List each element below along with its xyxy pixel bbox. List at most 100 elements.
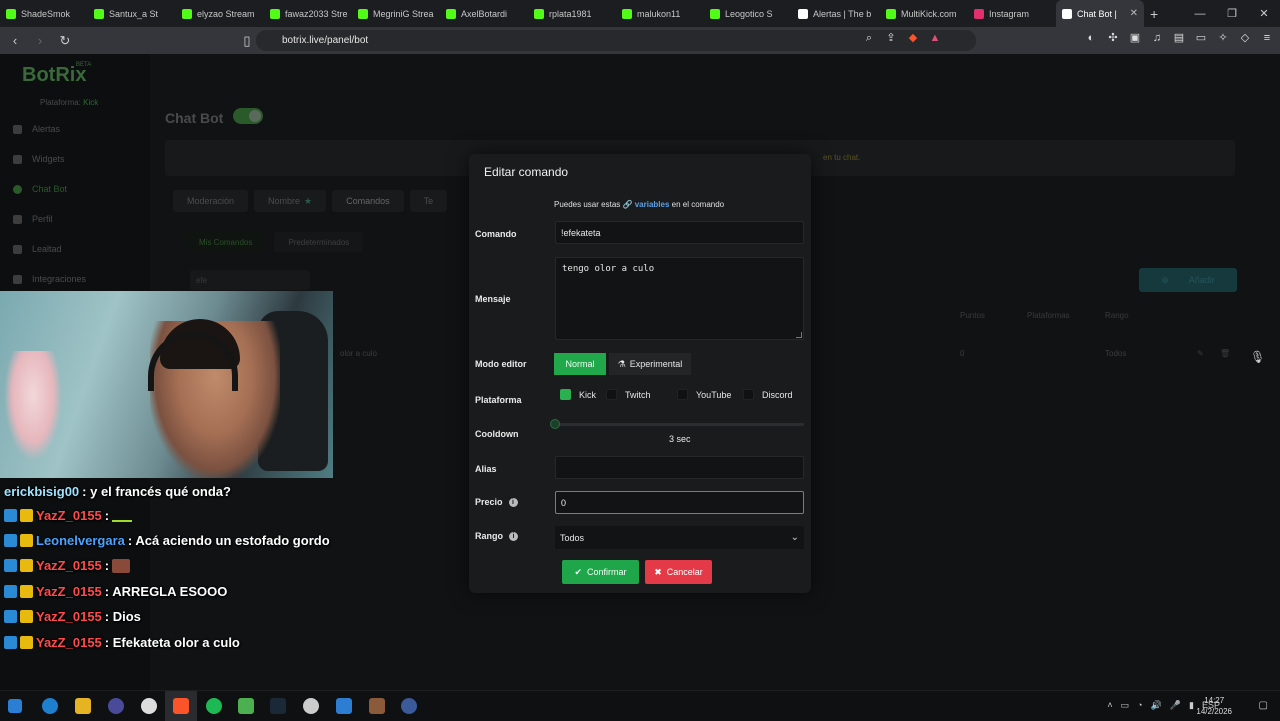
info-icon[interactable]: i: [509, 532, 518, 542]
message-textarea[interactable]: tengo olor a culo: [555, 257, 804, 340]
resize-handle[interactable]: [796, 332, 802, 338]
brave-icon[interactable]: [173, 698, 189, 714]
vpn-icon[interactable]: ◇: [1238, 31, 1252, 45]
file-explorer-icon[interactable]: [75, 698, 91, 714]
subtab-predeterminados[interactable]: Predeterminados: [274, 232, 364, 252]
app-launcher-icon[interactable]: [401, 698, 417, 714]
tab-label: malukon11: [637, 8, 681, 19]
sidebar-icon[interactable]: ▤: [1172, 31, 1186, 45]
forward-button[interactable]: ›: [30, 33, 50, 48]
browser-tab[interactable]: Santux_a St: [88, 0, 176, 27]
platform-twitch-checkbox[interactable]: Twitch: [606, 389, 651, 400]
platform-kick-checkbox[interactable]: Kick: [560, 389, 596, 400]
screenshot-icon[interactable]: ▣: [1128, 31, 1142, 45]
sidebar-item-chat-bot[interactable]: Chat Bot: [13, 184, 67, 194]
tab-nombre[interactable]: Nombre ★: [254, 190, 327, 212]
menu-icon[interactable]: ≡: [1260, 31, 1274, 45]
reload-button[interactable]: ↻: [55, 33, 75, 49]
message-text: tengo olor a culo: [562, 264, 655, 274]
browser-tab[interactable]: MegriniG Strea: [352, 0, 440, 27]
close-window-button[interactable]: ✕: [1248, 7, 1280, 20]
maximize-button[interactable]: ❐: [1216, 7, 1248, 20]
volume-icon[interactable]: 🔊: [1151, 700, 1162, 711]
price-input[interactable]: 0: [555, 491, 804, 514]
battery-icon[interactable]: ▮: [1189, 700, 1194, 711]
browser-tab[interactable]: MultiKick.com: [880, 0, 968, 27]
browser-tab[interactable]: malukon11: [616, 0, 704, 27]
sidebar-item-alertas[interactable]: Alertas: [13, 124, 60, 134]
system-clock[interactable]: 14:27 14/2/2026: [1196, 695, 1232, 717]
brave-rewards-icon[interactable]: ▲: [928, 31, 942, 45]
microphone-icon[interactable]: 🎙: [1250, 350, 1265, 364]
spotify-icon[interactable]: [206, 698, 222, 714]
cancel-button[interactable]: ✖ Cancelar: [645, 560, 712, 584]
mode-normal-button[interactable]: Normal: [554, 353, 606, 375]
browser-tab[interactable]: Leogotico S: [704, 0, 792, 27]
chat-username: YazZ_0155: [36, 508, 102, 523]
command-input[interactable]: !efekateta: [555, 221, 804, 244]
chatbot-toggle[interactable]: [233, 108, 263, 124]
platform-youtube-checkbox[interactable]: YouTube: [677, 389, 731, 400]
music-icon[interactable]: ♫: [1150, 31, 1164, 45]
cooldown-slider-handle[interactable]: [550, 419, 560, 429]
column-header-rank[interactable]: Rango: [1105, 311, 1129, 320]
notification-icon[interactable]: ▢: [1259, 700, 1268, 711]
brave-shields-icon[interactable]: ◆: [906, 31, 920, 45]
zoom-icon[interactable]: ⌕: [862, 31, 876, 45]
platform-discord-checkbox[interactable]: Discord: [743, 389, 793, 400]
bookmark-icon[interactable]: ▯: [237, 33, 257, 49]
minimize-button[interactable]: —: [1184, 8, 1216, 20]
chrome-icon[interactable]: [108, 698, 124, 714]
subtab-mis-comandos[interactable]: Mis Comandos: [185, 232, 267, 252]
column-header-platforms[interactable]: Plataformas: [1027, 311, 1070, 320]
confirm-button[interactable]: ✔ Confirmar: [562, 560, 639, 584]
new-tab-button[interactable]: +: [1150, 6, 1158, 22]
close-tab-icon[interactable]: ✕: [1130, 8, 1138, 19]
extension-icon[interactable]: ◐: [1084, 31, 1098, 45]
wallet-icon[interactable]: ▭: [1194, 31, 1208, 45]
network-icon[interactable]: ▭: [1121, 700, 1130, 711]
browser-tab[interactable]: rplata1981: [528, 0, 616, 27]
windows-start-icon[interactable]: [8, 699, 22, 713]
tab-comandos[interactable]: Comandos: [332, 190, 404, 212]
edit-icon[interactable]: ✎: [1197, 349, 1204, 358]
sidebar-item-widgets[interactable]: Widgets: [13, 154, 65, 164]
add-command-button[interactable]: ⊕ Añadir: [1139, 268, 1237, 292]
sidebar-item-integraciones[interactable]: Integraciones: [13, 274, 86, 284]
cooldown-slider[interactable]: [550, 419, 804, 429]
app-icon[interactable]: [141, 698, 157, 714]
app-window-icon[interactable]: [336, 698, 352, 714]
game-icon[interactable]: [369, 698, 385, 714]
back-button[interactable]: ‹: [5, 33, 25, 48]
chevron-up-icon[interactable]: ˄: [1107, 700, 1112, 711]
share-icon[interactable]: ⇪: [884, 31, 898, 45]
browser-tab[interactable]: elyzao Stream: [176, 0, 264, 27]
browser-tab[interactable]: fawaz2033 Stre: [264, 0, 352, 27]
sidebar-item-perfil[interactable]: Perfil: [13, 214, 53, 224]
browser-tab[interactable]: Chat Bot | ✕: [1056, 0, 1144, 27]
tab-te[interactable]: Te: [409, 190, 448, 212]
steam-icon[interactable]: [270, 698, 286, 714]
mic-tray-icon[interactable]: 🎤: [1170, 700, 1181, 711]
sidebar-item-lealtad[interactable]: Lealtad: [13, 244, 62, 254]
rank-select[interactable]: Todos ⌄: [555, 526, 804, 549]
edge-icon[interactable]: [42, 698, 58, 714]
alias-input[interactable]: [555, 456, 804, 479]
delete-icon[interactable]: 🗑: [1220, 349, 1230, 358]
puzzle-icon[interactable]: ✣: [1106, 31, 1120, 45]
windows-taskbar: ˄ ▭ ◔ 🔊 🎤 ▮ ESP 14:27 14/2/2026 ▢: [0, 690, 1280, 721]
column-header-points[interactable]: Puntos: [960, 311, 985, 320]
notepad-icon[interactable]: [238, 698, 254, 714]
mode-experimental-button[interactable]: ⚗ Experimental: [609, 353, 691, 375]
obs-icon[interactable]: [303, 698, 319, 714]
tab-moderacion[interactable]: Moderación: [173, 190, 249, 212]
browser-tab[interactable]: ShadeSmok: [0, 0, 88, 27]
wifi-icon[interactable]: ◔: [1137, 700, 1142, 711]
command-search-input[interactable]: efe: [190, 270, 310, 290]
variables-link[interactable]: 🔗 variables: [623, 200, 670, 209]
leo-icon[interactable]: ✧: [1216, 31, 1230, 45]
info-icon[interactable]: i: [508, 498, 518, 508]
browser-tab[interactable]: AxelBotardi: [440, 0, 528, 27]
browser-tab[interactable]: Alertas | The b: [792, 0, 880, 27]
browser-tab[interactable]: Instagram: [968, 0, 1056, 27]
